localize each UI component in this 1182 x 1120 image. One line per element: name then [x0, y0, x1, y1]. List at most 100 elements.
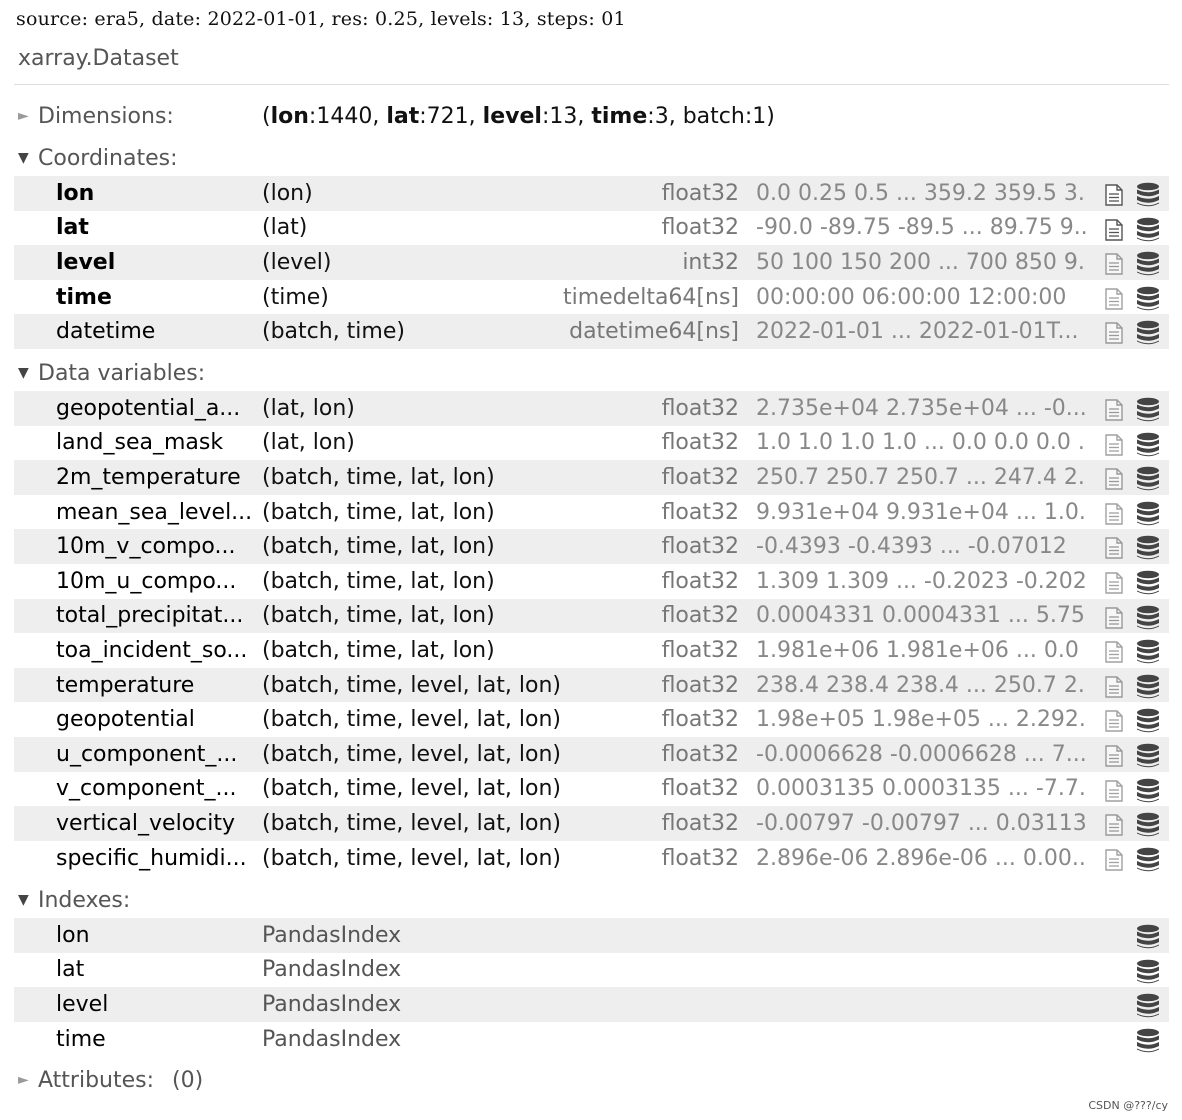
document-icon[interactable]: [1104, 849, 1124, 871]
variable-preview[interactable]: 1.0 1.0 1.0 1.0 ... 0.0 0.0 0.0 ...: [756, 430, 1086, 455]
document-icon[interactable]: [1104, 710, 1124, 733]
database-icon[interactable]: [1136, 501, 1160, 527]
document-icon[interactable]: [1104, 468, 1124, 490]
document-icon[interactable]: [1104, 433, 1124, 456]
triangle-down-icon[interactable]: ▼: [18, 150, 38, 166]
variable-name: temperature: [56, 672, 195, 698]
database-icon[interactable]: [1136, 639, 1160, 665]
dims-open-paren: (: [262, 103, 271, 129]
variable-preview[interactable]: 2.896e-06 2.896e-06 ... 0.00...: [756, 846, 1086, 871]
database-icon[interactable]: [1136, 432, 1160, 458]
database-icon[interactable]: [1136, 959, 1160, 985]
variable-dims: (batch, time): [262, 319, 405, 345]
triangle-right-icon[interactable]: ►: [18, 108, 38, 124]
database-icon[interactable]: [1136, 778, 1160, 804]
variable-dims: (lat, lon): [262, 395, 355, 421]
section-attributes[interactable]: ► Attributes: (0): [18, 1065, 203, 1095]
document-icon[interactable]: [1104, 606, 1124, 629]
variable-preview[interactable]: 2022-01-01 ... 2022-01-01T...: [756, 319, 1086, 344]
database-icon[interactable]: [1136, 320, 1160, 346]
database-icon[interactable]: [1136, 397, 1160, 423]
document-icon[interactable]: [1104, 288, 1124, 310]
document-icon[interactable]: [1104, 676, 1124, 698]
database-icon[interactable]: [1136, 1028, 1160, 1054]
triangle-down-icon[interactable]: ▼: [18, 892, 38, 908]
database-icon[interactable]: [1136, 570, 1160, 596]
triangle-right-icon[interactable]: ►: [18, 1072, 38, 1088]
variable-dtype: float32: [661, 810, 739, 836]
variable-preview[interactable]: -0.4393 -0.4393 ... -0.07012: [756, 534, 1086, 559]
variable-preview[interactable]: 1.981e+06 1.981e+06 ... 0.0 ...: [756, 638, 1086, 663]
variable-dtype: float32: [661, 430, 739, 456]
dimension-size: 721: [426, 103, 469, 129]
database-icon[interactable]: [1136, 466, 1160, 492]
data-variable-row: u_component_... (batch, time, level, lat,…: [14, 736, 1169, 772]
variable-dims: (batch, time, level, lat, lon): [262, 672, 561, 698]
database-icon[interactable]: [1136, 182, 1160, 208]
variable-preview[interactable]: 00:00:00 06:00:00 12:00:00: [756, 285, 1086, 310]
variable-name: vertical_velocity: [56, 810, 236, 836]
variable-preview[interactable]: 0.0003135 0.0003135 ... -7.7...: [756, 776, 1086, 801]
database-icon[interactable]: [1136, 743, 1160, 769]
variable-dims: (lat): [262, 215, 308, 241]
section-indexes[interactable]: ▼ Indexes:: [18, 885, 130, 915]
object-type: xarray.Dataset: [18, 46, 179, 71]
document-icon[interactable]: [1104, 814, 1124, 836]
database-icon[interactable]: [1136, 847, 1160, 873]
dimension-name: time: [591, 103, 648, 129]
variable-dims: (batch, time, lat, lon): [262, 464, 495, 490]
variable-dims: (batch, time, level, lat, lon): [262, 741, 561, 767]
index-name: lat: [56, 957, 85, 983]
data-variable-row: temperature (batch, time, level, lat, lon…: [14, 667, 1169, 703]
variable-preview[interactable]: 0.0004331 0.0004331 ... 5.75...: [756, 603, 1086, 628]
variable-dtype: timedelta64[ns]: [563, 284, 739, 310]
variable-preview[interactable]: 250.7 250.7 250.7 ... 247.4 2...: [756, 465, 1086, 490]
document-icon[interactable]: [1104, 779, 1124, 802]
variable-dims: (lat, lon): [262, 430, 355, 456]
variable-dtype: float32: [661, 672, 739, 698]
database-icon[interactable]: [1136, 535, 1160, 561]
database-icon[interactable]: [1136, 286, 1160, 312]
triangle-down-icon[interactable]: ▼: [18, 365, 38, 381]
variable-dims: (batch, time, level, lat, lon): [262, 810, 561, 836]
variable-dims: (lon): [262, 180, 313, 206]
index-name: level: [56, 991, 109, 1017]
database-icon[interactable]: [1136, 708, 1160, 734]
section-dimensions[interactable]: ► Dimensions:: [18, 101, 174, 131]
section-data-variables[interactable]: ▼ Data variables:: [18, 358, 205, 388]
database-icon[interactable]: [1136, 605, 1160, 631]
variable-preview[interactable]: 50 100 150 200 ... 700 850 9...: [756, 250, 1086, 275]
document-icon[interactable]: [1104, 641, 1124, 663]
database-icon[interactable]: [1136, 217, 1160, 243]
database-icon[interactable]: [1136, 251, 1160, 277]
document-icon[interactable]: [1104, 503, 1124, 525]
variable-preview[interactable]: 2.735e+04 2.735e+04 ... -0....: [756, 396, 1086, 421]
variable-dtype: float32: [661, 464, 739, 490]
variable-dtype: float32: [661, 637, 739, 663]
database-icon[interactable]: [1136, 812, 1160, 838]
document-icon[interactable]: [1104, 399, 1124, 421]
variable-preview[interactable]: -0.0006628 -0.0006628 ... 7....: [756, 742, 1086, 767]
variable-preview[interactable]: 0.0 0.25 0.5 ... 359.2 359.5 3...: [756, 181, 1086, 206]
document-icon[interactable]: [1104, 537, 1124, 560]
data-variable-row: geopotential_a... (lat, lon) float32 2.735e…: [14, 391, 1169, 426]
dimension-name: batch: [682, 103, 745, 129]
document-icon[interactable]: [1104, 184, 1124, 206]
database-icon[interactable]: [1136, 924, 1160, 950]
document-icon[interactable]: [1104, 322, 1124, 345]
database-icon[interactable]: [1136, 993, 1160, 1019]
document-icon[interactable]: [1104, 253, 1124, 275]
document-icon[interactable]: [1104, 745, 1124, 767]
document-icon[interactable]: [1104, 218, 1124, 241]
variable-preview[interactable]: -90.0 -89.75 -89.5 ... 89.75 9...: [756, 215, 1086, 240]
variable-preview[interactable]: 9.931e+04 9.931e+04 ... 1.0...: [756, 500, 1086, 525]
variable-preview[interactable]: -0.00797 -0.00797 ... 0.03113: [756, 811, 1086, 836]
variable-preview[interactable]: 1.98e+05 1.98e+05 ... 2.292...: [756, 707, 1086, 732]
section-coordinates[interactable]: ▼ Coordinates:: [18, 143, 177, 173]
variable-dtype: datetime64[ns]: [569, 319, 739, 345]
database-icon[interactable]: [1136, 674, 1160, 700]
variable-preview[interactable]: 238.4 238.4 238.4 ... 250.7 2...: [756, 673, 1086, 698]
variable-preview[interactable]: 1.309 1.309 ... -0.2023 -0.2023: [756, 569, 1086, 594]
variable-dims: (batch, time, level, lat, lon): [262, 845, 561, 871]
document-icon[interactable]: [1104, 572, 1124, 594]
